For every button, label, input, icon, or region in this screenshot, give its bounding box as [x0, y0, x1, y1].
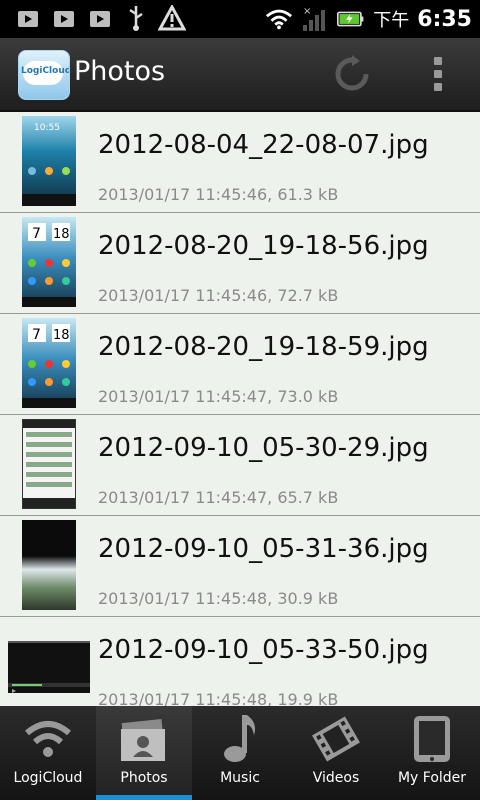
photo-thumbnail — [8, 641, 90, 693]
file-meta: 2013/01/17 11:45:46, 72.7 kB — [98, 286, 339, 305]
file-meta: 2013/01/17 11:45:46, 61.3 kB — [98, 185, 339, 204]
tab-music[interactable]: Music — [192, 706, 288, 800]
tablet-icon — [407, 712, 457, 766]
tab-my-folder[interactable]: My Folder — [384, 706, 480, 800]
status-bar: × 下午 6:35 — [0, 0, 480, 38]
tab-label: Photos — [120, 770, 168, 786]
file-name: 2012-08-04_22-08-07.jpg — [98, 130, 429, 160]
svg-text:18: 18 — [53, 328, 70, 343]
page-title: Photos — [74, 56, 166, 87]
tab-label: LogiCloud — [13, 770, 83, 786]
battery-charging-icon — [337, 5, 365, 33]
music-note-icon — [215, 712, 265, 766]
tab-label: My Folder — [397, 770, 467, 786]
overflow-menu-icon — [434, 57, 442, 65]
photo-thumbnail — [22, 419, 76, 509]
photos-icon — [119, 712, 169, 766]
notification-icons — [14, 4, 186, 32]
tab-photos[interactable]: Photos — [96, 706, 192, 800]
wifi-icon — [265, 5, 293, 33]
photo-thumbnail: 7 18 — [22, 217, 76, 307]
list-item[interactable]: 7 18 2012-08-20_19-18-56.jpg 2013/01/17 1… — [0, 213, 480, 314]
file-meta: 2013/01/17 11:45:47, 65.7 kB — [98, 488, 339, 507]
tab-label: Music — [220, 770, 260, 786]
file-name: 2012-09-10_05-33-50.jpg — [98, 635, 429, 665]
file-meta: 2013/01/17 11:45:48, 19.9 kB — [98, 690, 339, 706]
warning-icon — [158, 4, 186, 32]
bottom-tab-bar: LogiCloud Photos Music Videos My Folder — [0, 706, 480, 800]
ime-indicator: 下午 — [373, 10, 410, 31]
photo-thumbnail: 10:55 — [22, 116, 76, 206]
tab-videos[interactable]: Videos — [288, 706, 384, 800]
photo-thumbnail: 7 18 — [22, 318, 76, 408]
play-store-icon — [14, 4, 42, 32]
refresh-icon — [335, 55, 369, 91]
action-bar: LogiCloud Photos — [0, 38, 480, 112]
svg-text:×: × — [303, 6, 311, 17]
app-logo-text: LogiCloud — [21, 66, 70, 76]
svg-text:7: 7 — [32, 226, 41, 242]
file-name: 2012-08-20_19-18-59.jpg — [98, 332, 429, 362]
clock: 6:35 — [417, 6, 472, 32]
list-item[interactable]: 10:55 2012-08-04_22-08-07.jpg 2013/01/17… — [0, 112, 480, 213]
overflow-menu-button[interactable] — [424, 52, 452, 96]
svg-text:10:55: 10:55 — [34, 123, 60, 133]
file-name: 2012-09-10_05-30-29.jpg — [98, 433, 429, 463]
active-tab-indicator — [96, 795, 192, 800]
list-item[interactable]: 7 18 2012-08-20_19-18-59.jpg 2013/01/17 1… — [0, 314, 480, 415]
file-meta: 2013/01/17 11:45:47, 73.0 kB — [98, 387, 339, 406]
tab-label: Videos — [312, 770, 360, 786]
wifi-icon — [23, 712, 73, 766]
app-logo[interactable]: LogiCloud — [18, 50, 70, 100]
svg-text:18: 18 — [53, 227, 70, 242]
file-name: 2012-08-20_19-18-56.jpg — [98, 231, 429, 261]
tab-logicloud[interactable]: LogiCloud — [0, 706, 96, 800]
list-item[interactable]: 2012-09-10_05-30-29.jpg 2013/01/17 11:45… — [0, 415, 480, 516]
list-item[interactable]: 2012-09-10_05-33-50.jpg 2013/01/17 11:45… — [0, 617, 480, 706]
play-store-icon — [86, 4, 114, 32]
photo-list[interactable]: 10:55 2012-08-04_22-08-07.jpg 2013/01/17… — [0, 112, 480, 706]
photo-thumbnail — [22, 520, 76, 610]
signal-icon: × — [301, 5, 329, 33]
usb-icon — [122, 4, 150, 32]
list-item[interactable]: 2012-09-10_05-31-36.jpg 2013/01/17 11:45… — [0, 516, 480, 617]
file-name: 2012-09-10_05-31-36.jpg — [98, 534, 429, 564]
svg-text:7: 7 — [32, 327, 41, 343]
refresh-button[interactable] — [330, 54, 374, 94]
play-store-icon — [50, 4, 78, 32]
film-icon — [311, 712, 361, 766]
file-meta: 2013/01/17 11:45:48, 30.9 kB — [98, 589, 339, 608]
